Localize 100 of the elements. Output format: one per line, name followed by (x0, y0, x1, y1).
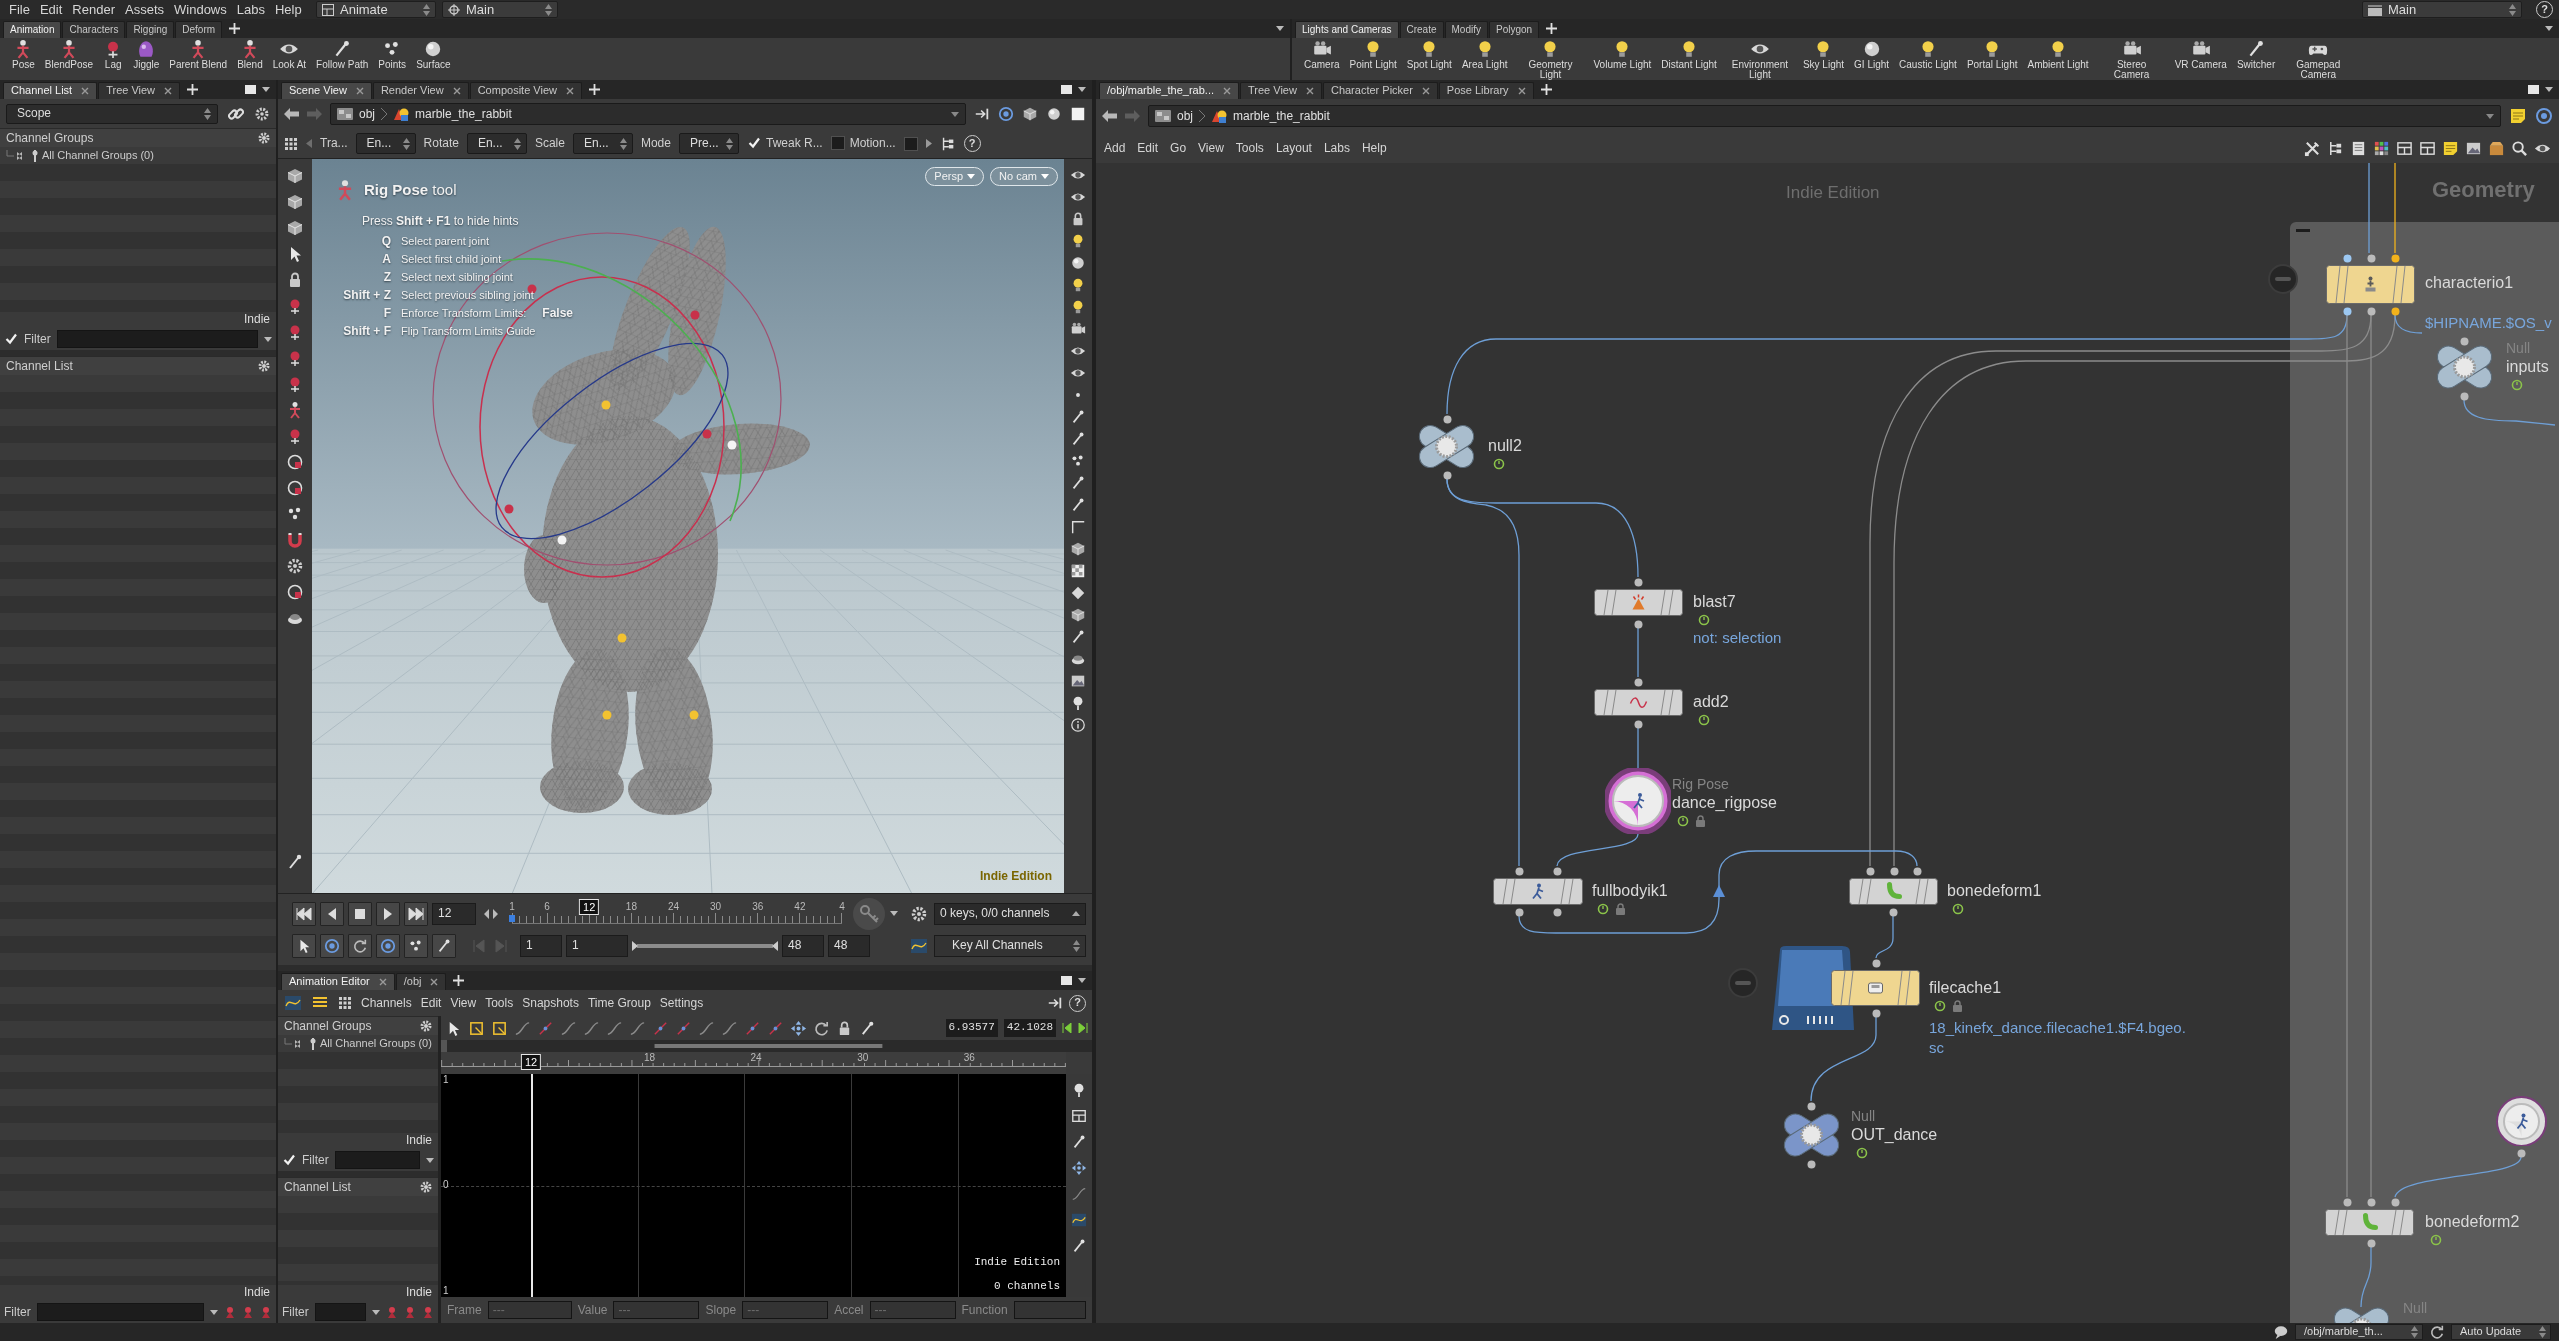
shelf-tool[interactable]: Lag (99, 39, 128, 70)
shelf-tool[interactable]: GI Light (1850, 39, 1894, 70)
menu-item[interactable]: File (4, 1, 35, 18)
network-node[interactable] (1831, 970, 1920, 1006)
path-dropdown[interactable]: /obj/marble_th... (2295, 1324, 2423, 1340)
refresh-icon[interactable] (813, 1019, 830, 1037)
network-node[interactable] (2326, 265, 2415, 304)
playbar-option-button[interactable] (404, 933, 428, 958)
shelf-tool[interactable]: Distant Light (1657, 39, 1721, 70)
image-icon[interactable] (1070, 673, 1086, 689)
context-dropdown[interactable]: Main (442, 1, 558, 18)
menu-item[interactable]: Tools (485, 995, 514, 1011)
range-start-field[interactable]: 1 (566, 934, 628, 957)
checker-icon[interactable] (1070, 563, 1086, 579)
shelf-tool[interactable]: VR Camera (2170, 39, 2231, 70)
node-name[interactable]: blast7 (1693, 592, 1736, 612)
joint-marker-icon[interactable] (689, 710, 699, 720)
key-button-icon[interactable] (852, 896, 886, 931)
output-port-icon[interactable] (1888, 907, 1898, 917)
input-port-icon[interactable] (1912, 866, 1922, 876)
scope-dropdown[interactable]: Scope (6, 103, 218, 124)
curve-icon[interactable] (629, 1019, 646, 1037)
close-icon[interactable] (565, 87, 574, 95)
node-name[interactable]: add2 (1693, 692, 1729, 712)
close-icon[interactable] (452, 87, 461, 95)
close-icon[interactable] (1421, 87, 1430, 95)
joint-marker-icon[interactable] (702, 429, 712, 439)
shelf-tab[interactable]: Create (1399, 21, 1444, 38)
plus-icon[interactable] (588, 84, 600, 95)
tree-icon[interactable] (2327, 139, 2344, 157)
gear-icon[interactable] (910, 904, 928, 923)
filter-field[interactable] (36, 1303, 204, 1321)
network-node[interactable] (1594, 689, 1683, 716)
menu-item[interactable]: Go (1170, 140, 1187, 156)
network-node[interactable] (2496, 1096, 2547, 1146)
grid-icon[interactable] (338, 996, 352, 1010)
shelf-tool[interactable]: Ambient Light (2023, 39, 2093, 70)
start-frame-field[interactable]: 1 (520, 934, 562, 957)
sphere-icon[interactable] (1046, 106, 1062, 122)
path-bar[interactable]: obj marble_the_rabbit (330, 103, 966, 125)
pane-tab[interactable]: Render View (372, 82, 469, 99)
output-port-icon[interactable] (2366, 306, 2376, 316)
sphere-icon[interactable] (1070, 255, 1086, 271)
filter-field[interactable] (314, 1303, 366, 1321)
close-icon[interactable] (1305, 87, 1314, 95)
input-port-icon[interactable] (1865, 866, 1875, 876)
desktop-dropdown[interactable]: Animate (316, 1, 436, 18)
joint-marker-icon[interactable] (602, 710, 612, 720)
key-mode-dropdown[interactable]: Key All Channels (934, 934, 1086, 957)
shelf-tool[interactable]: Blend (233, 39, 267, 70)
path-crumb[interactable]: obj (359, 106, 375, 122)
speech-bubble-icon[interactable] (2273, 1324, 2289, 1340)
move-icon[interactable] (1071, 1160, 1087, 1176)
panels-icon[interactable] (2419, 139, 2436, 157)
shelf-tab[interactable]: Modify (1444, 21, 1488, 38)
ring-icon[interactable] (286, 583, 304, 601)
menu-item[interactable]: Help (269, 1, 307, 18)
input-port-icon[interactable] (2390, 1197, 2400, 1207)
input-port-icon[interactable] (2366, 253, 2376, 263)
output-port-icon[interactable] (2366, 1238, 2376, 1248)
menu-item[interactable]: Settings (659, 995, 704, 1011)
plus-icon[interactable] (453, 975, 465, 986)
output-port-icon[interactable] (2516, 1148, 2526, 1158)
network-node[interactable] (1493, 878, 1583, 905)
shelf-tool[interactable]: Follow Path (312, 39, 373, 70)
pane-tab[interactable]: Scene View (281, 82, 372, 99)
menu-item[interactable]: Channels (361, 995, 412, 1011)
checkbox[interactable] (830, 136, 845, 151)
square-icon[interactable] (1070, 106, 1086, 122)
gear-icon[interactable] (258, 132, 270, 144)
input-port-icon[interactable] (1889, 866, 1899, 876)
tangent-icon[interactable] (767, 1019, 784, 1037)
magnet-icon[interactable] (286, 531, 304, 549)
playbar-option-button[interactable] (320, 933, 344, 958)
filter-field[interactable] (334, 1151, 420, 1169)
plus-icon[interactable] (229, 23, 241, 34)
shelf-tool[interactable]: Camera (1300, 39, 1344, 70)
node-name[interactable]: OUT_dance (1851, 1125, 1938, 1145)
play-button[interactable] (376, 901, 400, 926)
network-node[interactable] (2325, 1209, 2414, 1236)
box-select-icon[interactable] (491, 1019, 508, 1037)
back-arrow-icon[interactable] (284, 108, 299, 120)
shelf-tab[interactable]: Lights and Cameras (1295, 21, 1399, 38)
input-port-icon[interactable] (1514, 866, 1524, 876)
wand-icon[interactable] (1070, 475, 1086, 491)
end-frame-field[interactable]: 48 (828, 934, 870, 957)
shelf-tool[interactable]: Surface (412, 39, 455, 70)
view-range-field[interactable]: 42.1028 (1003, 1019, 1056, 1037)
playhead-marker[interactable]: 12 (520, 1054, 542, 1070)
option-dropdown[interactable]: En... (355, 133, 416, 154)
curve-icon[interactable] (1071, 1186, 1087, 1202)
wand-icon[interactable] (1071, 1134, 1087, 1150)
shelf-tool[interactable]: Geometry Light (1513, 39, 1588, 79)
range-handle-icon[interactable] (632, 940, 638, 951)
range-end-field[interactable]: 48 (782, 934, 824, 957)
crossed-tools-icon[interactable] (2304, 139, 2321, 157)
tree-item[interactable]: All Channel Groups (0) (320, 1036, 432, 1051)
pane-tab[interactable]: Character Picker (1322, 82, 1438, 99)
input-port-icon[interactable] (1633, 577, 1643, 587)
graph-icon[interactable] (1071, 1212, 1087, 1228)
